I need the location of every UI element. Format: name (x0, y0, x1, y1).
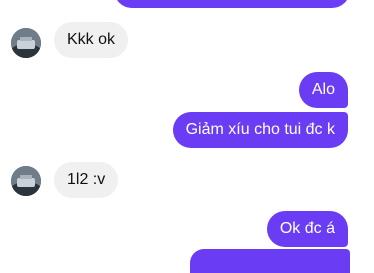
message-bubble-outgoing[interactable]: Alo (298, 72, 348, 108)
message-bubble-outgoing[interactable]: Ok đc á (266, 211, 348, 247)
contact-avatar-image (11, 28, 41, 58)
contact-avatar[interactable] (11, 28, 41, 58)
message-bubble-outgoing-partial-top[interactable] (114, 0, 350, 8)
message-bubble-incoming[interactable]: 1l2 :v (54, 162, 119, 198)
contact-avatar[interactable] (11, 166, 41, 196)
contact-avatar-image (11, 166, 41, 196)
message-bubble-incoming[interactable]: Kkk ok (54, 22, 129, 58)
message-bubble-outgoing-partial-bottom[interactable] (190, 249, 350, 273)
message-bubble-outgoing[interactable]: Giảm xíu cho tui đc k (172, 112, 348, 148)
